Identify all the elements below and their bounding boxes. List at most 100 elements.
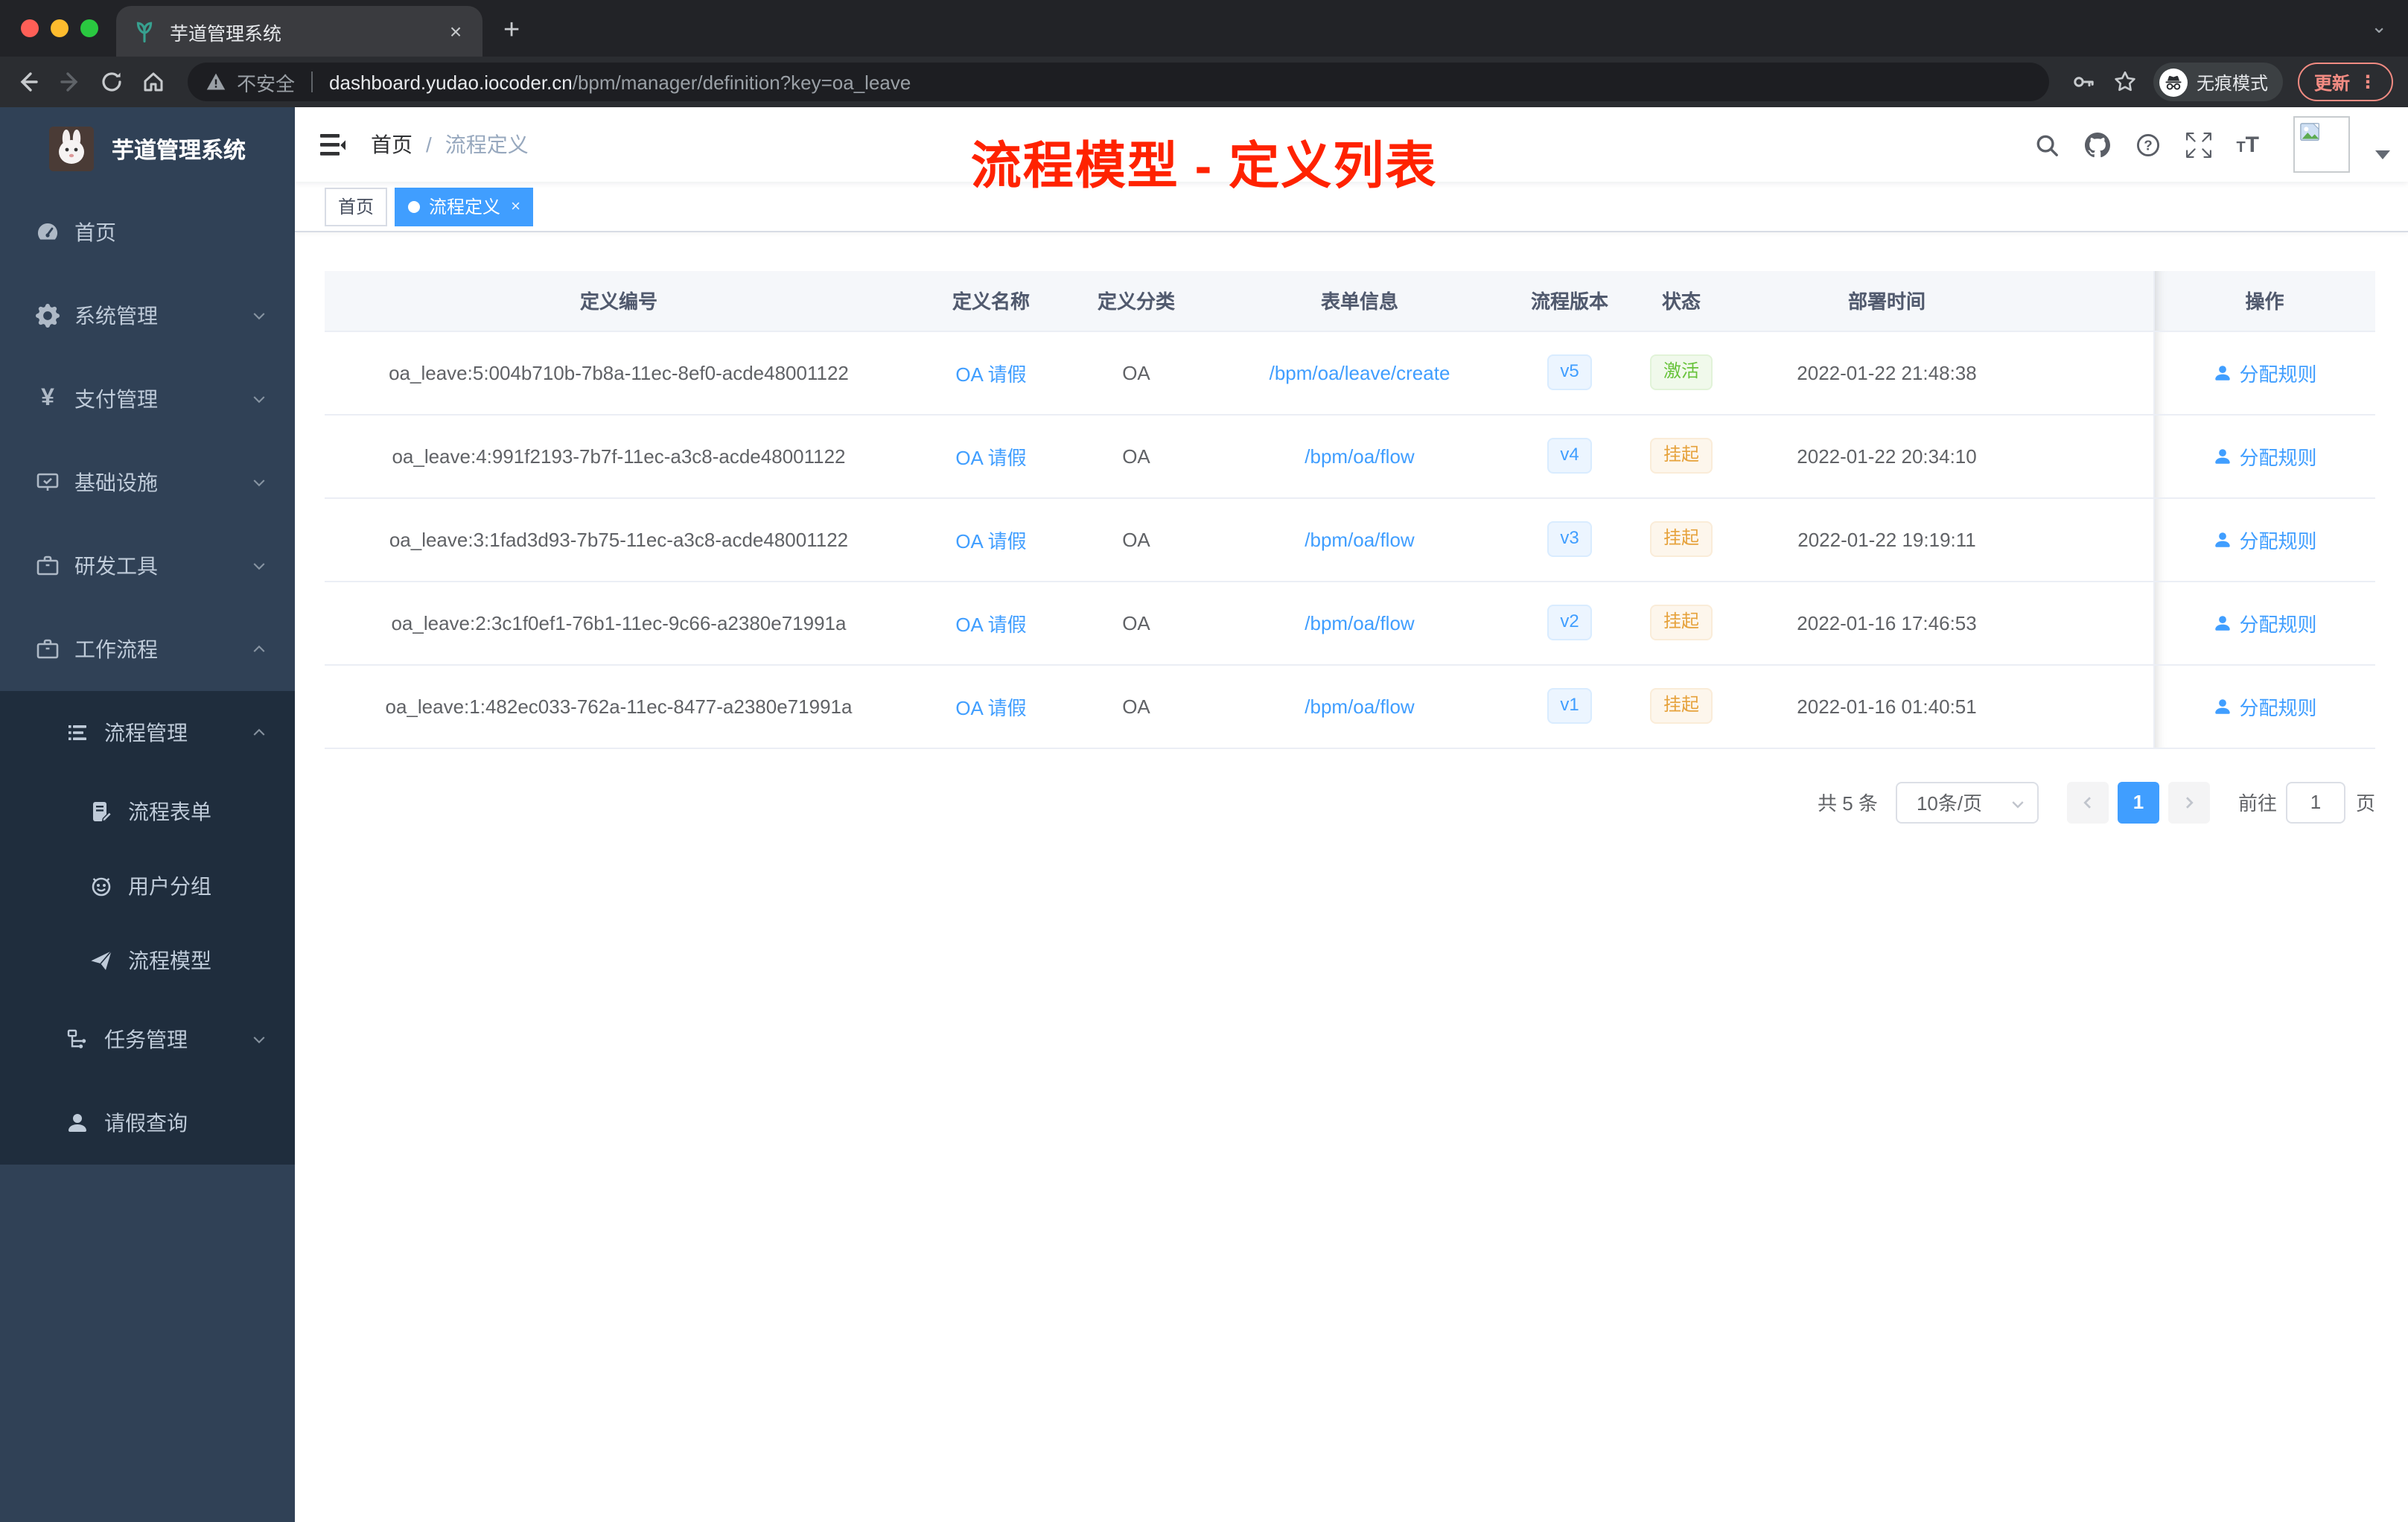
col-definition-id: 定义编号 [325,271,913,331]
col-form-info: 表单信息 [1203,271,1516,331]
font-size-icon[interactable]: TT [2236,133,2259,156]
minimize-window-button[interactable] [51,19,69,37]
chevron-left-icon [2083,796,2091,808]
tab-close-icon[interactable]: × [444,19,468,43]
chevron-right-icon [2185,796,2194,808]
cell-filler [2034,581,2153,665]
page-size-select[interactable]: 10条/页 [1895,781,2039,823]
sidebar-item-label: 系统管理 [74,304,158,328]
font-size-small-glyph: T [2236,139,2246,156]
form-link[interactable]: /bpm/oa/flow [1305,695,1414,717]
forward-icon[interactable] [57,69,83,95]
sidebar-item-workflow[interactable]: 工作流程 [0,608,295,691]
tab-search-icon[interactable]: ⌄ [2371,15,2387,39]
person-icon [2214,365,2230,380]
chevron-up-icon [253,645,265,652]
assign-rule-label: 分配规则 [2239,696,2317,719]
form-link[interactable]: /bpm/oa/flow [1305,528,1414,550]
sidebar-item-process-model[interactable]: 流程模型 [0,923,295,998]
assign-rule-button[interactable]: 分配规则 [2212,442,2317,470]
status-badge: 挂起 [1649,688,1713,724]
url-path: /bpm/manager/definition?key=oa_leave [572,71,911,93]
cell-definition-id: oa_leave:2:3c1f0ef1-76b1-11ec-9c66-a2380… [325,581,913,665]
url-text[interactable]: dashboard.yudao.iocoder.cn/bpm/manager/d… [329,71,911,93]
tag-home[interactable]: 首页 [325,187,388,226]
tag-close-icon[interactable]: × [511,197,520,215]
bookmark-star-icon[interactable] [2112,69,2138,95]
robot-face-icon [92,877,111,897]
form-link[interactable]: /bpm/oa/flow [1305,611,1414,634]
tag-process-definition[interactable]: 流程定义 × [395,187,534,226]
chevron-down-icon [253,563,265,570]
cell-filler [2034,331,2153,415]
help-icon[interactable]: ? [2135,132,2160,157]
definition-name-link[interactable]: OA 请假 [955,613,1026,635]
window-controls [0,0,116,57]
font-size-large-glyph: T [2245,132,2259,157]
definition-name-link[interactable]: OA 请假 [955,529,1026,552]
version-badge[interactable]: v1 [1547,688,1593,724]
cell-deploy-time: 2022-01-22 19:19:11 [1739,497,2034,582]
sidebar-logo[interactable]: 芋道管理系统 [0,107,295,191]
new-tab-button[interactable]: + [482,15,541,57]
person-icon [2214,532,2230,547]
cell-deploy-time: 2022-01-16 01:40:51 [1739,664,2034,748]
goto-page-input[interactable] [2285,781,2345,823]
page-number-button[interactable]: 1 [2117,781,2159,823]
assign-rule-button[interactable]: 分配规则 [2212,358,2317,386]
definition-name-link[interactable]: OA 请假 [955,446,1026,468]
sidebar-toggle-icon[interactable] [319,132,347,157]
sidebar-item-process-form[interactable]: 流程表单 [0,774,295,849]
next-page-button[interactable] [2167,781,2210,823]
definition-name-link[interactable]: OA 请假 [955,696,1026,719]
cell-definition-id: oa_leave:1:482ec033-762a-11ec-8477-a2380… [325,664,913,748]
caret-down-icon[interactable] [2375,150,2390,159]
chevron-down-icon [253,396,265,404]
sidebar-item-task-manage[interactable]: 任务管理 [0,998,295,1081]
sidebar-item-process-manage[interactable]: 流程管理 [0,691,295,774]
form-link[interactable]: /bpm/oa/leave/create [1270,361,1450,383]
sidebar-item-leave-query[interactable]: 请假查询 [0,1081,295,1165]
workflow-submenu: 流程管理 流程表单 用户分组 流程模型 任务管理 请假查询 [0,691,295,1165]
prev-page-button[interactable] [2066,781,2109,823]
definition-name-link[interactable]: OA 请假 [955,363,1026,385]
sidebar-item-payment[interactable]: ¥ 支付管理 [0,357,295,441]
search-icon[interactable] [2033,132,2059,157]
password-key-icon[interactable] [2070,69,2097,95]
sidebar-item-user-group[interactable]: 用户分组 [0,849,295,923]
sidebar-item-home[interactable]: 首页 [0,191,295,274]
close-window-button[interactable] [21,19,39,37]
browser-menu-icon[interactable]: ⋮ [2359,71,2377,92]
zoom-window-button[interactable] [80,19,98,37]
chevron-down-icon [2012,800,2024,808]
browser-update-button[interactable]: 更新 ⋮ [2297,63,2393,101]
assign-rule-button[interactable]: 分配规则 [2212,608,2317,637]
security-label[interactable]: 不安全 [237,68,295,96]
sidebar-item-devtools[interactable]: 研发工具 [0,524,295,608]
address-bar[interactable]: 不安全 dashboard.yudao.iocoder.cn/bpm/manag… [188,63,2049,101]
back-icon[interactable] [15,69,42,95]
sidebar-item-label: 支付管理 [74,387,158,411]
avatar[interactable] [2293,116,2350,173]
goto-label: 前往 [2237,792,2277,815]
assign-rule-button[interactable]: 分配规则 [2212,525,2317,553]
fullscreen-icon[interactable] [2185,132,2211,157]
sidebar-item-infra[interactable]: 基础设施 [0,441,295,524]
github-icon[interactable] [2084,132,2110,157]
version-badge[interactable]: v5 [1547,354,1593,390]
sidebar-item-label: 用户分组 [128,874,211,898]
version-badge[interactable]: v4 [1547,438,1593,474]
assign-rule-label: 分配规则 [2239,446,2317,468]
yen-icon: ¥ [41,386,54,411]
browser-tab[interactable]: 芋道管理系统 × [116,6,482,57]
assign-rule-button[interactable]: 分配规则 [2212,692,2317,720]
version-badge[interactable]: v2 [1547,605,1593,640]
home-icon[interactable] [140,69,167,95]
status-badge: 挂起 [1649,438,1713,474]
sidebar-item-system[interactable]: 系统管理 [0,274,295,357]
reload-icon[interactable] [98,69,125,95]
version-badge[interactable]: v3 [1547,521,1593,557]
sidebar-item-label: 首页 [74,220,116,244]
form-link[interactable]: /bpm/oa/flow [1305,445,1414,467]
breadcrumb-home[interactable]: 首页 [371,130,413,159]
